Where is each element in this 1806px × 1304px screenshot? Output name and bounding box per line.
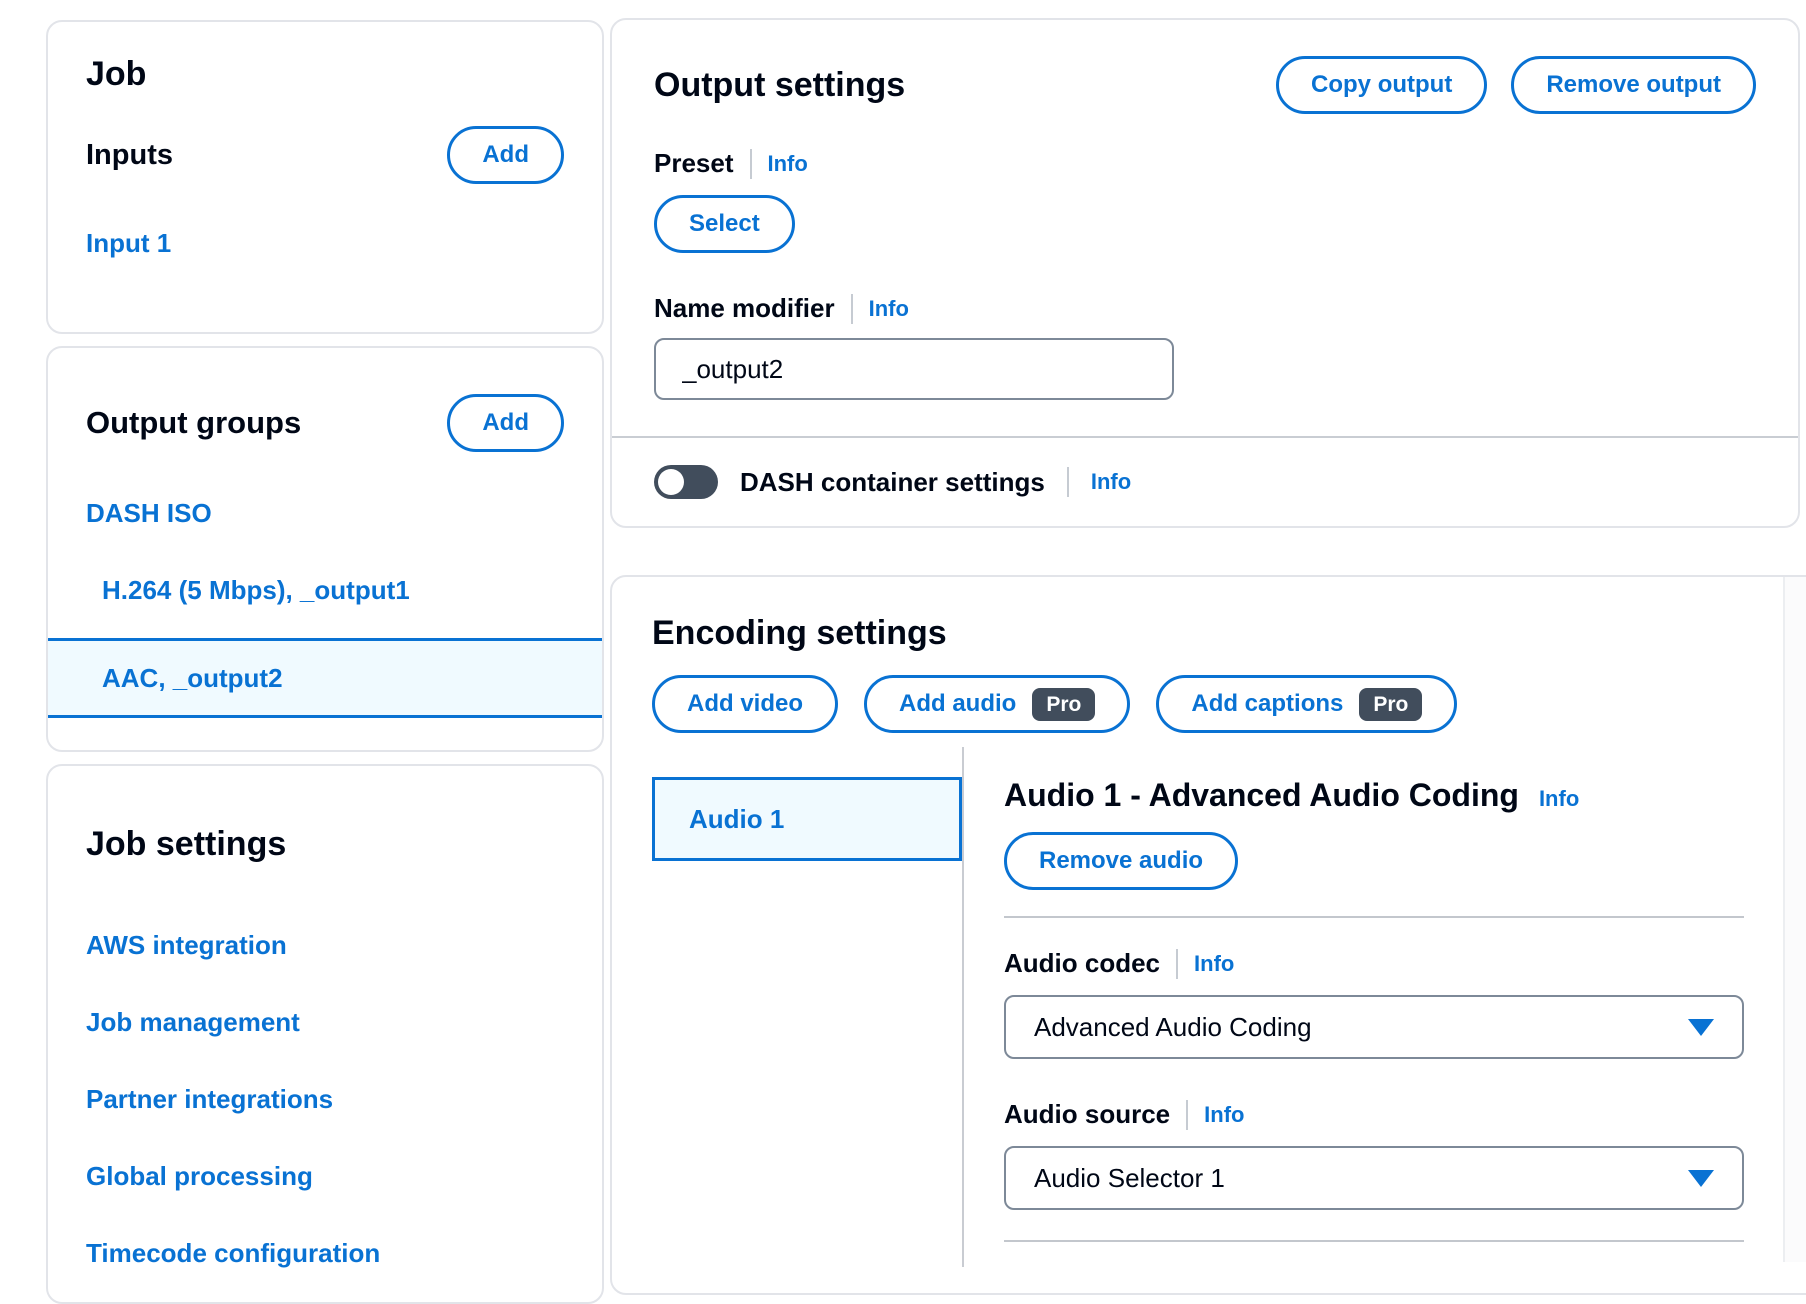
tab-audio-1[interactable]: Audio 1 [652,777,962,861]
panel-divider [1004,1240,1744,1242]
output-groups-heading: Output groups [86,401,301,445]
audio-codec-value: Advanced Audio Coding [1034,1012,1312,1043]
dash-container-settings-info-link[interactable]: Info [1091,469,1131,495]
encoding-tab-list: Audio 1 [652,747,964,1267]
encoding-settings-actions: Add video Add audio Pro Add captions Pro [652,675,1788,733]
name-modifier-info-link[interactable]: Info [869,296,909,322]
label-separator [1176,949,1178,979]
job-settings-link-job-management[interactable]: Job management [86,1007,564,1038]
audio-1-panel: Audio 1 - Advanced Audio Coding Info Rem… [964,747,1788,1267]
tab-audio-1-label: Audio 1 [689,804,784,835]
chevron-down-icon [1688,1170,1714,1187]
chevron-down-icon [1688,1019,1714,1036]
add-audio-label: Add audio [899,690,1016,718]
remove-output-button[interactable]: Remove output [1511,56,1756,114]
job-settings-link-aws-integration[interactable]: AWS integration [86,930,564,961]
add-captions-button[interactable]: Add captions Pro [1156,675,1457,733]
audio-source-label: Audio source [1004,1099,1170,1130]
preset-select-button[interactable]: Select [654,195,795,253]
job-title: Job [86,52,564,96]
audio-codec-select[interactable]: Advanced Audio Coding [1004,995,1744,1059]
preset-label: Preset [654,148,734,179]
add-audio-button[interactable]: Add audio Pro [864,675,1130,733]
preset-label-row: Preset Info [654,148,1756,179]
audio-source-select[interactable]: Audio Selector 1 [1004,1146,1744,1210]
input-1-link[interactable]: Input 1 [86,228,171,259]
inputs-header-row: Inputs Add [86,126,564,184]
add-input-button[interactable]: Add [447,126,564,184]
encoding-settings-title: Encoding settings [652,611,1788,655]
toggle-knob [658,469,684,495]
job-settings-link-global-processing[interactable]: Global processing [86,1161,564,1192]
add-captions-label: Add captions [1191,690,1343,718]
audio-1-info-link[interactable]: Info [1539,786,1579,812]
output-link-h264-output1[interactable]: H.264 (5 Mbps), _output1 [86,575,410,606]
audio-source-info-link[interactable]: Info [1204,1102,1244,1128]
label-separator [851,294,853,324]
audio-codec-label-row: Audio codec Info [1004,948,1788,979]
name-modifier-label-row: Name modifier Info [654,293,1756,324]
dash-container-settings-row: DASH container settings Info [654,462,1756,502]
audio-1-panel-title: Audio 1 - Advanced Audio Coding [1004,777,1519,814]
panel-divider [1004,916,1744,918]
name-modifier-input[interactable] [654,338,1174,400]
audio-1-panel-header: Audio 1 - Advanced Audio Coding Info [1004,777,1788,814]
label-separator [750,149,752,179]
dash-container-settings-toggle[interactable] [654,465,718,499]
add-output-group-button[interactable]: Add [447,394,564,452]
job-settings-link-partner-integrations[interactable]: Partner integrations [86,1084,564,1115]
job-settings-links: AWS integration Job management Partner i… [86,930,564,1269]
add-video-button[interactable]: Add video [652,675,838,733]
encoding-settings-body: Audio 1 Audio 1 - Advanced Audio Coding … [652,747,1788,1267]
encoding-settings-card: Encoding settings Add video Add audio Pr… [610,575,1806,1295]
output-settings-actions: Copy output Remove output [1276,56,1756,114]
pro-badge: Pro [1359,688,1422,721]
output-settings-divider [612,436,1798,438]
copy-output-button[interactable]: Copy output [1276,56,1487,114]
output-settings-title: Output settings [654,63,905,107]
selected-output-label: AAC, _output2 [102,663,283,694]
job-settings-link-timecode-configuration[interactable]: Timecode configuration [86,1238,564,1269]
dash-container-settings-label: DASH container settings [740,467,1045,498]
audio-codec-label: Audio codec [1004,948,1160,979]
label-separator [1067,467,1069,497]
pro-badge: Pro [1032,688,1095,721]
output-link-aac-output2-selected[interactable]: AAC, _output2 [46,638,604,718]
output-settings-card: Output settings Copy output Remove outpu… [610,18,1800,528]
output-group-link-dash-iso[interactable]: DASH ISO [86,498,212,529]
job-card: Job Inputs Add Input 1 [46,20,604,334]
job-settings-card: Job settings AWS integration Job managem… [46,764,604,1304]
output-groups-header-row: Output groups Add [86,394,564,452]
inputs-heading: Inputs [86,139,173,172]
audio-codec-info-link[interactable]: Info [1194,951,1234,977]
preset-info-link[interactable]: Info [768,151,808,177]
output-groups-card: Output groups Add DASH ISO H.264 (5 Mbps… [46,346,604,752]
audio-source-value: Audio Selector 1 [1034,1163,1225,1194]
label-separator [1186,1100,1188,1130]
remove-audio-button[interactable]: Remove audio [1004,832,1238,890]
audio-source-label-row: Audio source Info [1004,1099,1788,1130]
job-settings-heading: Job settings [86,822,564,866]
name-modifier-label: Name modifier [654,293,835,324]
output-settings-header: Output settings Copy output Remove outpu… [654,56,1756,114]
encoding-scrollbar-track[interactable] [1783,577,1806,1262]
